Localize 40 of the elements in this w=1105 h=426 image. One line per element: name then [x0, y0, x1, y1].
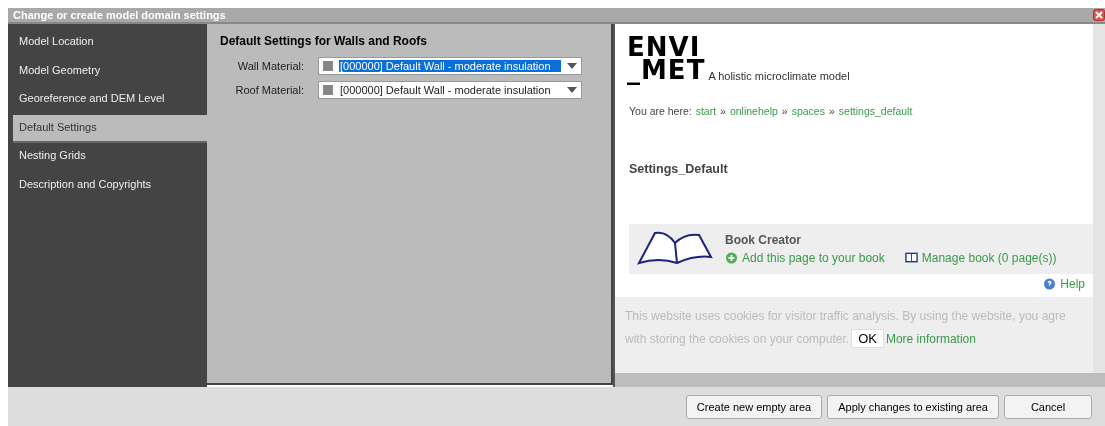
tagline: A holistic microclimate model — [708, 70, 850, 82]
book-icon — [904, 252, 918, 264]
sidebar-item[interactable]: Model Geometry — [8, 57, 207, 86]
horizontal-scrollbar[interactable] — [615, 373, 1105, 387]
dialog-button[interactable]: Create new empty area — [685, 394, 823, 419]
breadcrumb-separator: » — [720, 105, 726, 117]
caret-icon — [567, 87, 577, 93]
page-heading: Settings_Default — [628, 162, 729, 176]
plus-circle-icon — [725, 252, 738, 264]
caret-icon — [567, 63, 577, 69]
breadcrumb-link[interactable]: settings_default — [838, 105, 913, 117]
sidebar-item[interactable]: Georeference and DEM Level — [8, 86, 207, 115]
breadcrumb-link[interactable]: spaces — [791, 105, 825, 117]
section-heading: Default Settings for Walls and Roofs — [220, 34, 428, 48]
sidebar-item[interactable]: Description and Copyrights — [8, 171, 207, 200]
sidebar-item[interactable]: Model Location — [8, 29, 207, 58]
breadcrumb-label: You are here: — [629, 105, 692, 117]
dropdown-value: [000000] Default Wall - moderate insulation — [339, 84, 552, 96]
dialog-button[interactable]: Apply changes to existing area — [827, 394, 999, 419]
vertical-scrollbar[interactable] — [1093, 24, 1105, 373]
breadcrumb-separator: » — [781, 105, 788, 117]
breadcrumb-link[interactable]: onlinehelp — [729, 105, 778, 117]
material-dropdown[interactable]: [000000] Default Wall - moderate insulation — [318, 81, 582, 99]
breadcrumb-separator: » — [828, 105, 835, 117]
close-icon[interactable] — [1093, 9, 1105, 21]
sidebar-item[interactable]: Nesting Grids — [8, 143, 207, 172]
dialog-button[interactable]: Cancel — [1004, 394, 1092, 419]
help-link[interactable]: Help — [1043, 277, 1085, 291]
field-label: Wall Material: — [236, 60, 304, 72]
field-label: Roof Material: — [234, 84, 304, 96]
book-creator-title: Book Creator — [725, 233, 802, 247]
window-title: Change or create model domain settings — [12, 9, 226, 21]
material-dropdown[interactable]: [000000] Default Wall - moderate insulation — [318, 57, 582, 75]
ok-button[interactable]: OK — [851, 329, 884, 348]
breadcrumb-link[interactable]: start — [695, 105, 717, 117]
sidebar-item[interactable]: Default Settings — [13, 114, 207, 143]
dropdown-value: [000000] Default Wall - moderate insulation — [339, 60, 561, 72]
help-icon — [1043, 278, 1057, 290]
swatch-icon — [323, 85, 333, 95]
swatch-icon — [323, 61, 333, 71]
